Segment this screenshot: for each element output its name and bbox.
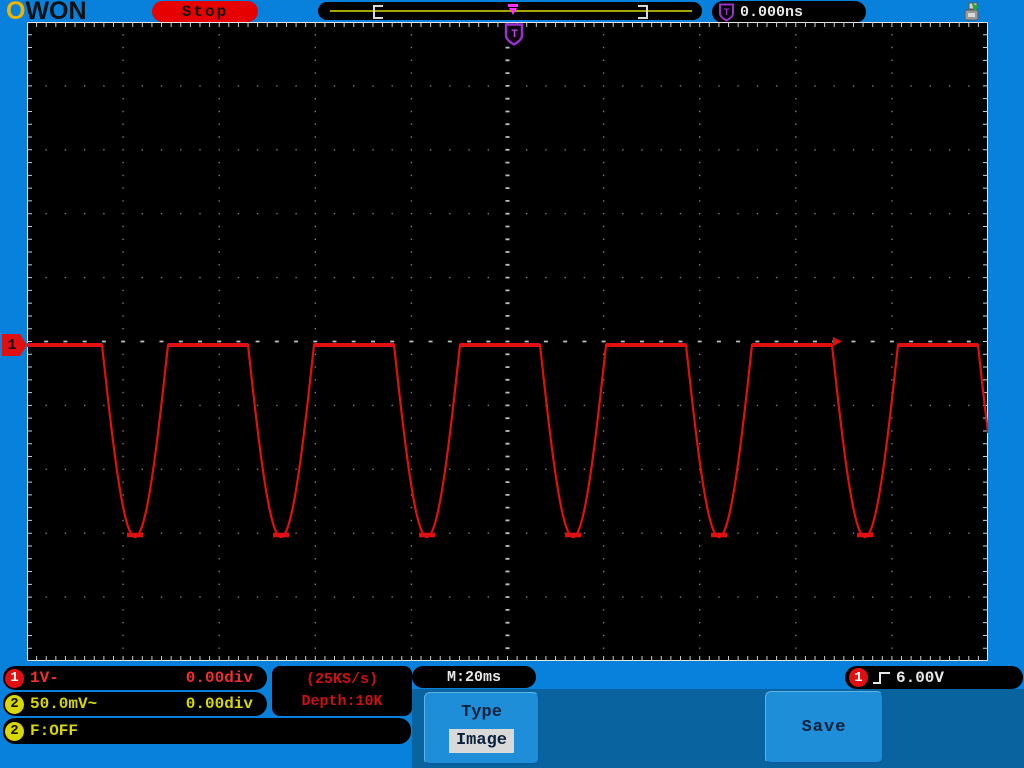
- type-label: Type: [461, 703, 502, 722]
- trigger-source-badge: 1: [849, 668, 868, 687]
- trigger-position-bar[interactable]: [318, 2, 702, 20]
- svg-text:T: T: [723, 8, 729, 19]
- svg-text:T: T: [511, 29, 518, 41]
- channel2-position: 0.00div: [185, 695, 253, 713]
- acquisition-readout: (25KS/s) Depth:10K: [272, 666, 412, 716]
- usb-storage-icon: [964, 2, 979, 21]
- fft-status: F:OFF: [30, 722, 79, 740]
- channel1-badge: 1: [5, 668, 24, 688]
- save-button[interactable]: Save: [765, 691, 883, 764]
- graticule-area: [27, 22, 988, 661]
- type-value-selected[interactable]: Image: [448, 729, 514, 753]
- waveform-canvas: [27, 22, 988, 661]
- channel1-readout: 1 1V- 0.00div: [3, 666, 267, 690]
- menu-item-type[interactable]: Type Image: [424, 692, 539, 765]
- run-state-label: Stop: [181, 2, 229, 21]
- trigger-t-arrow-icon: [508, 4, 518, 15]
- window-left-bracket-icon: [373, 5, 383, 19]
- channel2-scale: 50.0mV~: [30, 695, 98, 713]
- channel1-scale: 1V-: [30, 669, 59, 687]
- trigger-time-value: 0.000ns: [740, 3, 804, 21]
- rising-edge-icon: [873, 671, 890, 684]
- memory-depth: Depth:10K: [301, 693, 383, 710]
- timebase-value: M:20ms: [446, 668, 501, 686]
- window-right-bracket-icon: [638, 5, 648, 19]
- save-button-label: Save: [801, 717, 847, 737]
- channel1-position: 0.00div: [185, 669, 253, 687]
- timebase-readout: M:20ms: [412, 666, 536, 688]
- channel1-position-marker[interactable]: 1: [2, 334, 27, 356]
- fft-channel-badge: 2: [5, 721, 24, 741]
- channel2-badge: 2: [5, 694, 24, 714]
- oscilloscope-screen: OWON Stop T 0.000ns T 1 1 1V- 0.00div 2 …: [0, 0, 1024, 768]
- channel1-marker-label: 1: [7, 336, 17, 354]
- trigger-shield-icon: T: [719, 3, 734, 22]
- trigger-horizontal-marker-icon[interactable]: T: [504, 23, 525, 47]
- fft-readout: 2 F:OFF: [3, 718, 411, 744]
- logo-o: O: [6, 0, 26, 25]
- trigger-readout: 1 6.00V: [845, 666, 1023, 689]
- sample-rate: (25KS/s): [305, 671, 378, 688]
- trigger-time-readout: T 0.000ns: [712, 1, 866, 23]
- run-state-badge[interactable]: Stop: [152, 1, 258, 22]
- trigger-level-value: 6.00V: [896, 668, 945, 687]
- channel2-readout: 2 50.0mV~ 0.00div: [3, 692, 267, 716]
